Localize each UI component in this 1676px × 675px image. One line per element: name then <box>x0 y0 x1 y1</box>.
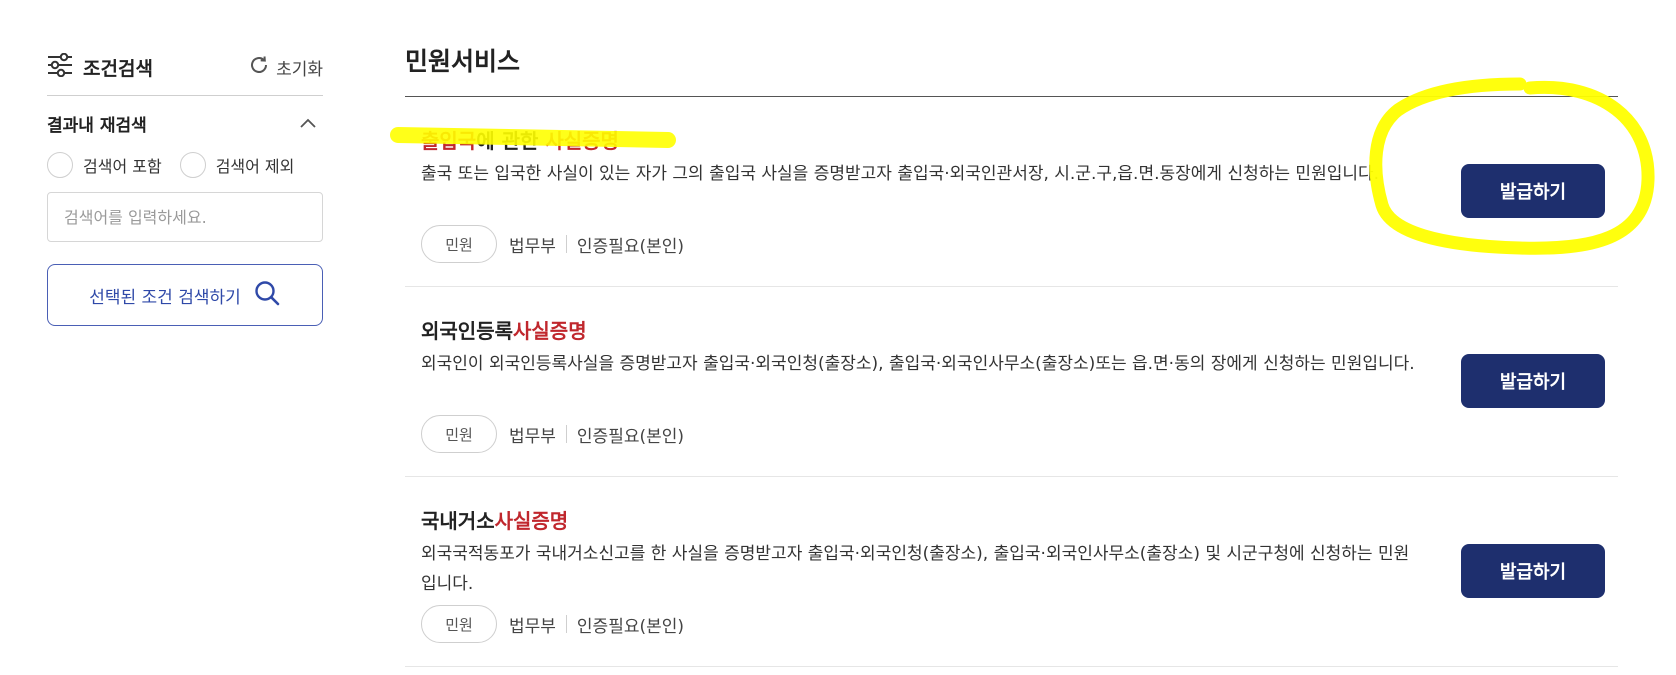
category-tag: 민원 <box>421 605 497 643</box>
refine-search-title: 결과내 재검색 <box>47 115 147 136</box>
meta-divider <box>565 425 567 443</box>
issue-button[interactable]: 발급하기 <box>1461 164 1605 218</box>
search-input[interactable] <box>47 192 323 242</box>
issue-button[interactable]: 발급하기 <box>1461 354 1605 408</box>
title-text: 에 관한 <box>476 129 546 153</box>
refresh-icon <box>248 54 270 81</box>
reset-label: 초기화 <box>276 60 323 80</box>
title-text: 외국인등록 <box>421 319 513 343</box>
service-title[interactable]: 국내거소사실증명 <box>421 505 568 534</box>
sidebar-header: 조건검색 초기화 <box>47 40 323 96</box>
service-meta: 민원 법무부 인증필요(본인) <box>421 225 684 263</box>
reset-button[interactable]: 초기화 <box>248 54 323 81</box>
auth-requirement: 인증필요(본인) <box>576 616 685 637</box>
meta-divider <box>565 615 567 633</box>
search-sidebar: 조건검색 초기화 결과내 재검색 검색어 포함 검색어 제외 검색어를 입력하세… <box>47 40 323 326</box>
radio-include-label: 검색어 포함 <box>83 157 162 176</box>
sidebar-title-text: 조건검색 <box>83 58 153 80</box>
title-highlight: 사실증명 <box>545 129 619 153</box>
sliders-icon <box>47 52 73 82</box>
title-highlight: 출입국 <box>421 129 477 153</box>
chevron-up-icon[interactable] <box>293 108 323 138</box>
radio-exclude-label: 검색어 제외 <box>215 157 295 176</box>
service-description: 출국 또는 입국한 사실이 있는 자가 그의 출입국 사실을 증명받고자 출입국… <box>421 164 1380 184</box>
service-description: 외국국적동포가 국내거소신고를 한 사실을 증명받고자 출입국·외국인청(출장소… <box>421 544 1410 594</box>
agency-label: 법무부 <box>509 426 556 447</box>
title-text: 국내거소 <box>421 509 495 533</box>
auth-requirement: 인증필요(본인) <box>576 426 685 447</box>
service-list-item: 국내거소사실증명 외국국적동포가 국내거소신고를 한 사실을 증명받고자 출입국… <box>405 477 1618 667</box>
search-mode-radios: 검색어 포함 검색어 제외 <box>47 152 323 178</box>
service-list-item: 외국인등록사실증명 외국인이 외국인등록사실을 증명받고자 출입국·외국인청(출… <box>405 287 1618 477</box>
title-highlight: 사실증명 <box>513 319 587 343</box>
search-icon <box>253 279 281 312</box>
page-title: 민원서비스 <box>405 40 1618 97</box>
search-button-label: 선택된 조건 검색하기 <box>89 287 241 308</box>
service-list-item: 출입국에 관한 사실증명 출국 또는 입국한 사실이 있는 자가 그의 출입국 … <box>405 97 1618 287</box>
category-tag: 민원 <box>421 225 497 263</box>
meta-divider <box>565 235 567 253</box>
refine-search-header: 결과내 재검색 <box>47 108 323 138</box>
issue-button[interactable]: 발급하기 <box>1461 544 1605 598</box>
radio-exclude-circle[interactable] <box>179 152 206 178</box>
conditional-search-button[interactable]: 선택된 조건 검색하기 <box>47 264 323 326</box>
title-highlight: 사실증명 <box>494 509 569 533</box>
service-meta: 민원 법무부 인증필요(본인) <box>421 415 684 453</box>
category-tag: 민원 <box>421 415 497 453</box>
radio-include-circle[interactable] <box>47 152 73 178</box>
service-title[interactable]: 출입국에 관한 사실증명 <box>421 125 619 154</box>
radio-exclude[interactable]: 검색어 제외 <box>179 152 295 178</box>
service-description: 외국인이 외국인등록사실을 증명받고자 출입국·외국인청(출장소), 출입국·외… <box>421 354 1415 374</box>
civil-service-main: 민원서비스 출입국에 관한 사실증명 출국 또는 입국한 사실이 있는 자가 그… <box>405 40 1618 667</box>
service-title[interactable]: 외국인등록사실증명 <box>421 315 587 344</box>
auth-requirement: 인증필요(본인) <box>576 236 685 257</box>
sidebar-title: 조건검색 <box>47 52 153 82</box>
agency-label: 법무부 <box>509 616 556 637</box>
agency-label: 법무부 <box>509 236 556 257</box>
service-meta: 민원 법무부 인증필요(본인) <box>421 605 684 643</box>
radio-include[interactable]: 검색어 포함 <box>47 152 162 178</box>
